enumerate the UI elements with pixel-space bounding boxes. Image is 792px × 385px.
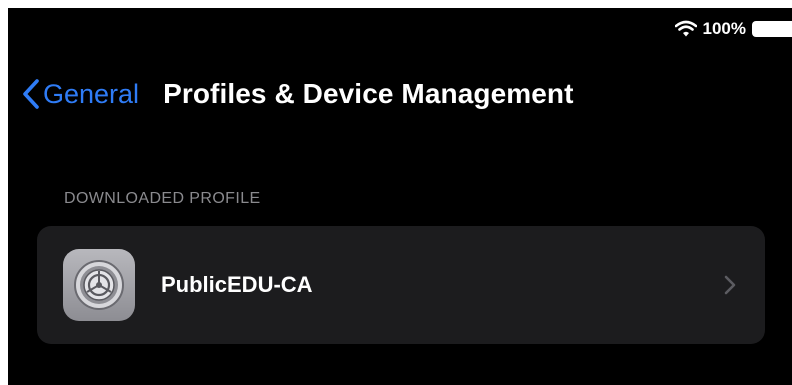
device-screen: 100% General Profiles & Device Managemen… [8,8,792,385]
navigation-bar: General Profiles & Device Management [8,72,792,116]
settings-gear-icon [63,249,135,321]
page-title: Profiles & Device Management [163,78,574,109]
battery-percent: 100% [702,19,746,38]
section-header: DOWNLOADED PROFILE [64,190,261,207]
back-button[interactable]: General [21,78,139,110]
wifi-icon [674,20,697,37]
profile-name: PublicEDU-CA [161,272,313,297]
profile-row[interactable]: PublicEDU-CA [37,226,765,344]
chevron-right-icon [724,275,736,295]
chevron-left-icon [23,79,39,109]
status-bar: 100% [674,16,792,42]
back-label: General [43,78,140,109]
battery-icon [752,21,792,37]
